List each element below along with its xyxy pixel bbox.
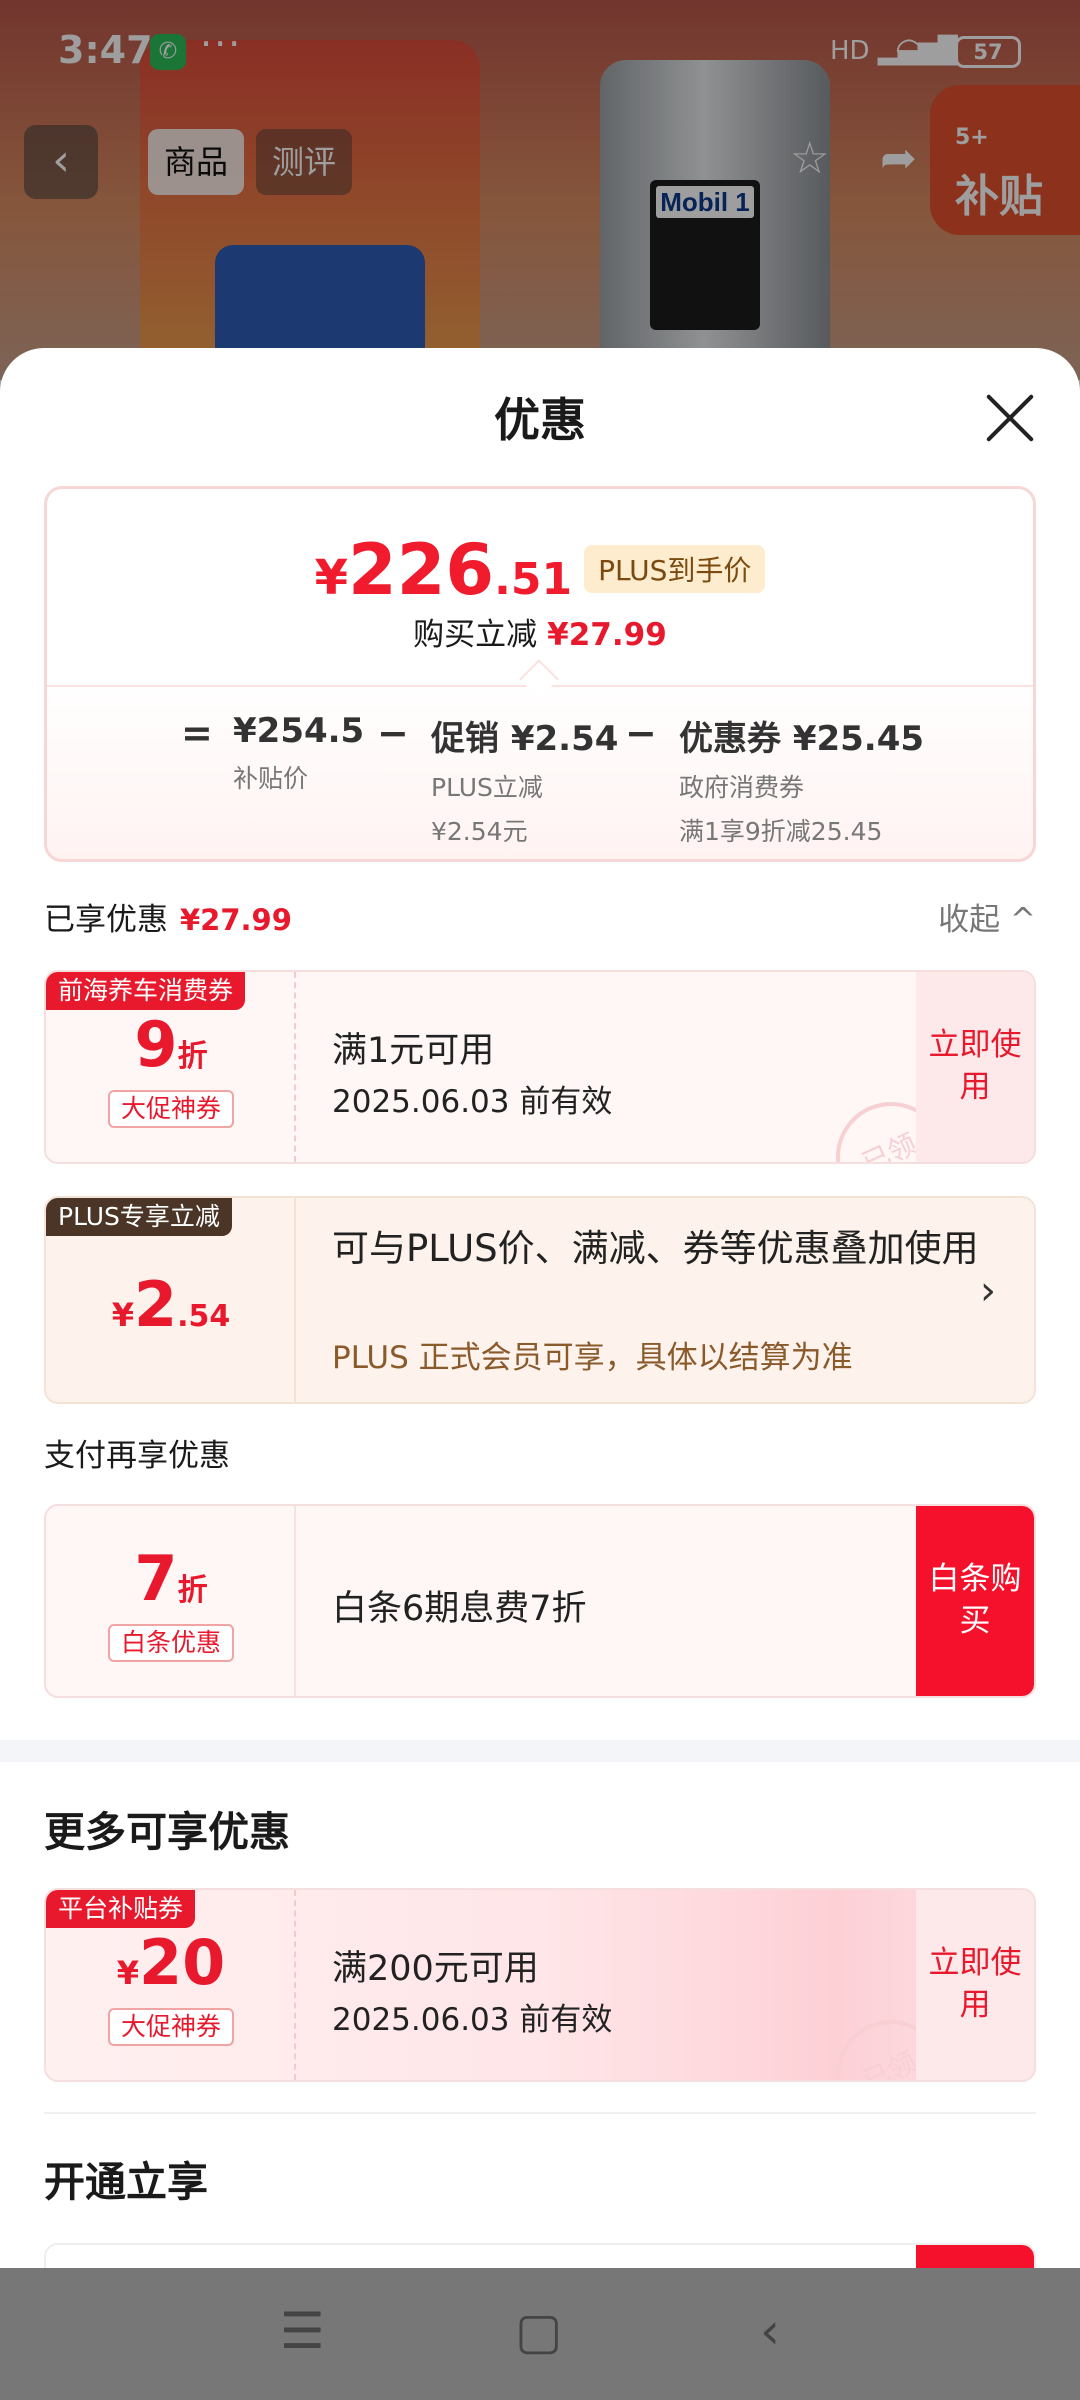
more-offers-title: 更多可享优惠: [44, 1808, 290, 1856]
plus-description: 可与PLUS价、满减、券等优惠叠加使用: [332, 1227, 979, 1270]
plus-discount-card[interactable]: PLUS专享立减 ¥2.54 可与PLUS价、满减、券等优惠叠加使用 PLUS …: [44, 1196, 1036, 1404]
coupon-condition: 满200元可用: [332, 1949, 539, 1989]
currency-symbol: ¥: [314, 550, 348, 606]
currency-symbol: ¥: [111, 1296, 134, 1334]
enjoyed-value: ¥27.99: [180, 903, 292, 937]
menu-icon[interactable]: ☰: [280, 2302, 325, 2360]
minus-sign: −: [377, 711, 409, 755]
plus-amount: ¥2.54: [46, 1268, 296, 1341]
plus-number: 2: [133, 1268, 178, 1341]
coupon-card: 前海养车消费券 9折 大促神券 满1元可用 2025.06.03 前有效 已领 …: [44, 970, 1036, 1164]
coupon-number: 20: [138, 1926, 226, 1999]
enjoyed-discount: 已享优惠 ¥27.99: [44, 894, 292, 939]
coupon-ribbon: 平台补贴券: [46, 1890, 196, 1928]
equals-sign: =: [181, 711, 213, 755]
coupon-unit: 折: [177, 1573, 208, 1608]
discount-sheet: 优惠 ¥226.51 PLUS到手价 购买立减 ¥27.99 = ¥254.5 补贴…: [0, 348, 1080, 2268]
plus-note: PLUS 正式会员可享，具体以结算为准: [332, 1340, 853, 1376]
collapse-button[interactable]: 收起 ^: [938, 894, 1036, 939]
price-summary: ¥226.51 PLUS到手价 购买立减 ¥27.99 = ¥254.5 补贴价 −…: [44, 486, 1036, 862]
coupon-discount: 优惠券 ¥25.45: [679, 719, 925, 759]
coupon-condition: 白条6期息费7折: [332, 1589, 587, 1629]
price-formula: = ¥254.5 补贴价 − 促销 ¥2.54 PLUS立减 ¥2.54元 − …: [47, 711, 1033, 851]
partial-card: [44, 2243, 1036, 2268]
minus-sign: −: [625, 711, 657, 755]
coupon-type-pill: 白条优惠: [108, 1624, 234, 1662]
purchase-discount: 购买立减 ¥27.99: [47, 609, 1033, 654]
coupon-amount: ¥20: [46, 1926, 296, 1999]
save-value: ¥27.99: [547, 617, 667, 653]
coupon-condition: 满1元可用: [332, 1031, 495, 1071]
promo-label: PLUS立减: [431, 773, 543, 802]
plus-price-tag: PLUS到手价: [584, 545, 766, 593]
coupon-type-pill: 大促神券: [108, 2008, 234, 2046]
price-decimal: .51: [494, 554, 573, 605]
coupon-label: 政府消费券: [679, 773, 805, 802]
coupon-card: 平台补贴券 ¥20 大促神券 满200元可用 2025.06.03 前有效 已领…: [44, 1888, 1036, 2082]
divider: [44, 2112, 1036, 2114]
coupon-expiry: 2025.06.03 前有效: [332, 1084, 613, 1120]
coupon-unit: 折: [177, 1039, 208, 1074]
use-now-button[interactable]: 立即使用: [916, 1890, 1034, 2080]
system-nav-bar: ☰ ▢ ‹: [0, 2268, 1080, 2400]
sheet-title: 优惠: [494, 393, 586, 447]
coupon-expiry: 2025.06.03 前有效: [332, 2002, 613, 2038]
final-price: ¥226.51 PLUS到手价: [47, 529, 1033, 611]
open-membership-title: 开通立享: [44, 2158, 208, 2206]
save-label: 购买立减: [413, 617, 538, 653]
home-icon[interactable]: ▢: [515, 2302, 562, 2360]
pay-section-label: 支付再享优惠: [44, 1438, 230, 1474]
coupon-detail: 满1享9折减25.45: [679, 817, 883, 846]
section-divider: [0, 1740, 1080, 1762]
enjoyed-label: 已享优惠: [44, 902, 168, 938]
coupon-amount: 9折: [46, 1008, 296, 1081]
price-integer: 226: [347, 529, 495, 611]
coupon-number: 9: [134, 1008, 178, 1081]
coupon-amount: 7折: [46, 1542, 296, 1615]
currency-symbol: ¥: [116, 1954, 139, 1992]
baitiao-buy-button[interactable]: 白条购买: [916, 1506, 1034, 1696]
coupon-type-pill: 大促神券: [108, 1090, 234, 1128]
close-icon[interactable]: [982, 390, 1038, 446]
promo-detail: ¥2.54元: [431, 817, 528, 846]
base-price-label: 补贴价: [233, 764, 309, 793]
plus-decimal: .54: [177, 1299, 231, 1334]
chevron-right-icon[interactable]: ›: [980, 1268, 996, 1314]
plus-ribbon: PLUS专享立减: [46, 1198, 232, 1236]
coupon-card: 7折 白条优惠 白条6期息费7折 白条购买: [44, 1504, 1036, 1698]
coupon-ribbon: 前海养车消费券: [46, 972, 246, 1010]
use-now-button[interactable]: 立即使用: [916, 972, 1034, 1162]
back-icon[interactable]: ‹: [760, 2302, 780, 2360]
base-price: ¥254.5: [233, 711, 365, 751]
promo-discount: 促销 ¥2.54: [431, 719, 619, 759]
coupon-number: 7: [134, 1542, 178, 1615]
